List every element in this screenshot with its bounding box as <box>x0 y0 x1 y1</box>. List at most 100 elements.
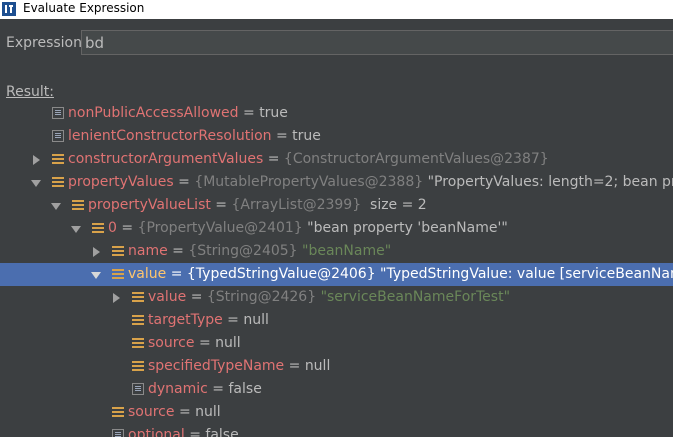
tree-row-text: dynamic = false <box>148 378 262 401</box>
tree-node-value: "PropertyValues: length=2; bean property… <box>427 174 673 190</box>
tree-row[interactable]: constructorArgumentValues = {Constructor… <box>0 148 673 171</box>
tree-node-value: null <box>215 335 241 351</box>
collapse-arrow-icon[interactable] <box>93 247 100 257</box>
expand-arrow-icon[interactable] <box>71 226 81 233</box>
tree-row-text: name = {String@2405} "beanName" <box>128 240 391 263</box>
tree-node-name: source <box>128 404 175 420</box>
tree-node-equals: = <box>116 220 138 236</box>
object-field-icon <box>132 314 144 326</box>
tree-node-name: source <box>148 335 195 351</box>
expression-input[interactable] <box>81 30 673 55</box>
result-tree[interactable]: nonPublicAccessAllowed = true lenientCons… <box>0 102 673 437</box>
tree-node-name: dynamic <box>148 381 208 397</box>
tree-row[interactable]: targetType = null <box>0 309 673 332</box>
tree-node-name: nonPublicAccessAllowed <box>68 105 239 121</box>
expression-label: Expression: <box>6 35 87 51</box>
tree-node-equals: = <box>284 358 305 374</box>
tree-node-name: 0 <box>108 220 117 236</box>
tree-row[interactable]: dynamic = false <box>0 378 673 401</box>
tree-row-text: value = {TypedStringValue@2406} "TypedSt… <box>128 263 673 286</box>
primitive-field-icon <box>52 107 64 119</box>
tree-node-equals: = <box>194 335 216 351</box>
tree-row-text: propertyValueList = {ArrayList@2399} siz… <box>88 194 427 217</box>
tree-row[interactable]: propertyValues = {MutablePropertyValues@… <box>0 171 673 194</box>
tree-row-text: targetType = null <box>148 309 269 332</box>
expand-arrow-icon[interactable] <box>31 180 41 187</box>
object-field-icon <box>132 291 144 303</box>
tree-row[interactable]: nonPublicAccessAllowed = true <box>0 102 673 125</box>
window-title: Evaluate Expression <box>23 1 145 15</box>
tree-node-value: "bean property 'beanName'" <box>302 220 508 236</box>
tree-node-name: optional <box>128 427 185 437</box>
tree-node-type: {ArrayList@2399} <box>231 197 362 213</box>
collapse-arrow-icon[interactable] <box>33 155 40 165</box>
object-field-icon <box>112 245 124 257</box>
tree-node-equals: = <box>207 381 229 397</box>
tree-node-value: size = 2 <box>361 197 427 213</box>
tree-node-equals: = <box>167 243 189 259</box>
tree-node-type: {PropertyValue@2401} <box>137 220 303 236</box>
object-field-icon <box>132 337 144 349</box>
tree-node-name: propertyValues <box>68 174 174 190</box>
tree-node-value: false <box>205 427 239 437</box>
tree-row-text: 0 = {PropertyValue@2401} "bean property … <box>108 217 508 240</box>
tree-node-name: value <box>128 266 167 282</box>
tree-node-name: name <box>128 243 168 259</box>
tree-node-name: specifiedTypeName <box>148 358 285 374</box>
tree-row[interactable]: specifiedTypeName = null <box>0 355 673 378</box>
tree-node-equals: = <box>263 151 284 167</box>
tree-row[interactable]: value = {TypedStringValue@2406} "TypedSt… <box>0 263 673 286</box>
tree-row[interactable]: optional = false <box>0 424 673 437</box>
tree-node-equals: = <box>271 128 293 144</box>
tree-node-type: {TypedStringValue@2406} <box>186 266 376 282</box>
tree-node-type: {String@2426} <box>206 289 317 305</box>
tree-row-text: lenientConstructorResolution = true <box>68 125 321 148</box>
tree-row[interactable]: propertyValueList = {ArrayList@2399} siz… <box>0 194 673 217</box>
tree-node-equals: = <box>238 105 260 121</box>
tree-node-equals: = <box>166 266 187 282</box>
tree-row-text: source = null <box>148 332 241 355</box>
collapse-arrow-icon[interactable] <box>113 293 120 303</box>
tree-row[interactable]: source = null <box>0 401 673 424</box>
tree-node-equals: = <box>210 197 232 213</box>
tree-node-value: null <box>304 358 331 374</box>
object-field-icon <box>92 222 104 234</box>
tree-row[interactable]: name = {String@2405} "beanName" <box>0 240 673 263</box>
tree-node-type: {ConstructorArgumentValues@2387} <box>283 151 549 167</box>
expand-arrow-icon[interactable] <box>91 272 101 279</box>
result-label: Result: <box>6 84 54 100</box>
expand-arrow-icon[interactable] <box>51 203 61 210</box>
primitive-field-icon <box>112 429 124 437</box>
tree-node-value: "serviceBeanNameForTest" <box>316 289 511 305</box>
tree-node-name: targetType <box>148 312 223 328</box>
tree-row[interactable]: lenientConstructorResolution = true <box>0 125 673 148</box>
primitive-field-icon <box>132 383 144 395</box>
tree-node-name: value <box>148 289 187 305</box>
tree-node-name: constructorArgumentValues <box>68 151 264 167</box>
tree-node-value: null <box>243 312 269 328</box>
tree-node-type: {MutablePropertyValues@2388} <box>194 174 424 190</box>
tree-row-text: value = {String@2426} "serviceBeanNameFo… <box>148 286 510 309</box>
primitive-field-icon <box>52 130 64 142</box>
tree-node-equals: = <box>186 289 207 305</box>
tree-row[interactable]: source = null <box>0 332 673 355</box>
object-field-icon <box>52 176 64 188</box>
tree-node-value: "TypedStringValue: value [serviceBeanNam… <box>380 266 673 282</box>
tree-node-name: propertyValueList <box>88 197 211 213</box>
tree-row-text: optional = false <box>128 424 239 437</box>
object-field-icon <box>72 199 84 211</box>
tree-row[interactable]: value = {String@2426} "serviceBeanNameFo… <box>0 286 673 309</box>
tree-node-name: lenientConstructorResolution <box>68 128 272 144</box>
object-field-icon <box>132 360 144 372</box>
tree-node-value: true <box>259 105 288 121</box>
tree-node-equals: = <box>174 404 196 420</box>
title-bar: Evaluate Expression <box>0 0 673 19</box>
tree-node-value: null <box>195 404 221 420</box>
tree-row-text: propertyValues = {MutablePropertyValues@… <box>68 171 673 194</box>
tree-row[interactable]: 0 = {PropertyValue@2401} "bean property … <box>0 217 673 240</box>
tree-node-value: false <box>228 381 262 397</box>
object-field-icon <box>112 268 124 280</box>
tree-node-equals: = <box>173 174 195 190</box>
object-field-icon <box>52 153 64 165</box>
tree-node-equals: = <box>222 312 244 328</box>
